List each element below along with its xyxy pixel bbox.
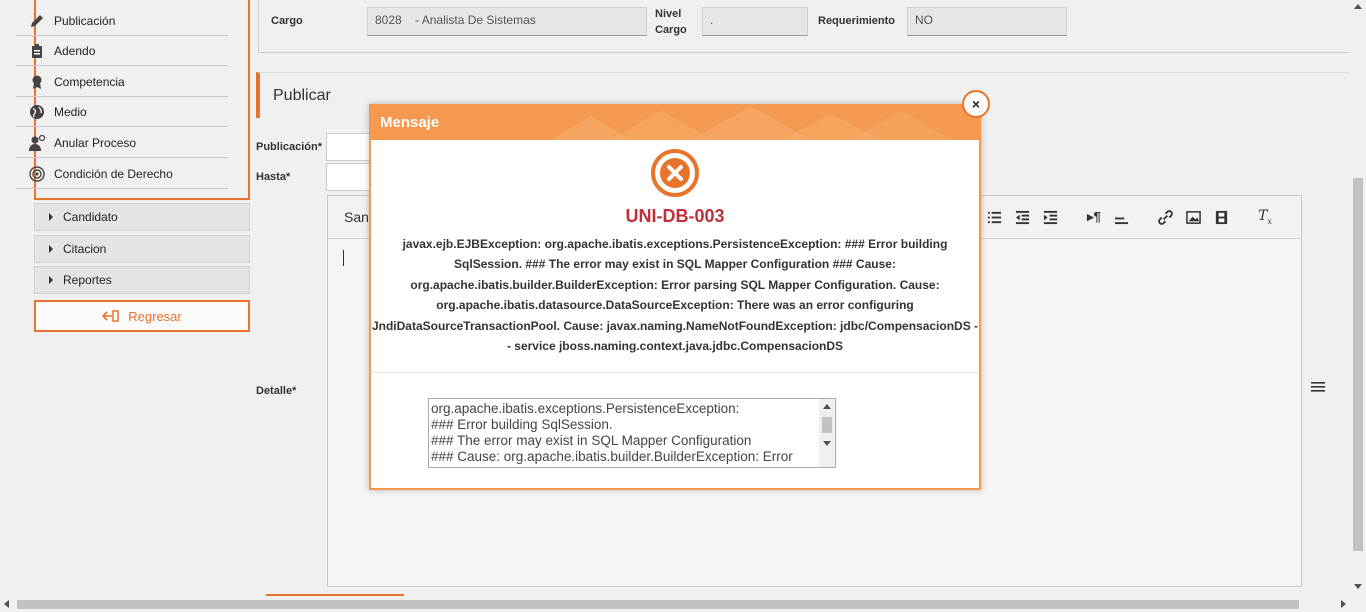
menu-label: Reportes (63, 273, 112, 287)
sidebar-item-medio[interactable]: Medio (16, 97, 228, 127)
paragraph-icon[interactable]: ▸¶ (1084, 207, 1104, 227)
scroll-up-icon[interactable] (823, 404, 831, 409)
requerimiento-label: Requerimiento (818, 15, 896, 27)
cargo-value: - Analista De Sistemas (415, 13, 536, 27)
error-message: javax.ejb.EJBException: org.apache.ibati… (371, 237, 979, 354)
page-horizontal-scrollbar[interactable] (0, 596, 1366, 612)
award-icon (28, 73, 46, 91)
sidebar-item-candidato[interactable]: Candidato (34, 203, 250, 231)
error-detail-textarea[interactable] (428, 398, 836, 468)
publicacion-date-label: Publicación* (256, 141, 323, 153)
user-cancel-icon (28, 134, 46, 152)
nivel-cargo-label: Nivel Cargo (655, 8, 687, 36)
bullet-list-icon[interactable] (984, 207, 1004, 227)
menu-label: Candidato (63, 210, 118, 224)
caret-right-icon (49, 276, 53, 284)
image-icon[interactable] (1183, 207, 1203, 227)
scroll-down-icon[interactable] (1354, 584, 1362, 589)
target-icon (28, 165, 46, 183)
pencil-icon (28, 12, 46, 30)
sidebar-item-label: Medio (54, 104, 87, 119)
publicacion-date-input[interactable] (326, 133, 370, 161)
detalle-label: Detalle* (256, 385, 297, 397)
back-button[interactable]: Regresar (34, 300, 250, 332)
hasta-date-label: Hasta* (256, 171, 291, 183)
caret-right-icon (49, 245, 53, 253)
sidebar-item-label: Anular Proceso (54, 135, 137, 150)
error-code: UNI-DB-003 (625, 206, 725, 226)
clear-format-icon[interactable]: Tx (1255, 207, 1275, 227)
clipboard-icon (28, 42, 46, 60)
video-icon[interactable] (1211, 207, 1231, 227)
sidebar-item-label: Publicación (54, 13, 116, 28)
sidebar-item-adendo[interactable]: Adendo (16, 36, 228, 66)
scroll-down-icon[interactable] (823, 441, 831, 446)
close-button[interactable]: × (962, 90, 990, 118)
scroll-right-icon[interactable] (1341, 600, 1346, 608)
menu-label: Citacion (63, 242, 107, 256)
globe-icon (28, 103, 46, 121)
sidebar-item-condicion-derecho[interactable]: Condición de Derecho (16, 159, 228, 189)
nivel-cargo-field: . (702, 7, 808, 36)
error-dialog: Mensaje UNI-DB-003 javax.ejb.EJBExceptio… (369, 104, 981, 490)
align-left-icon[interactable] (1111, 207, 1131, 227)
requerimiento-field: NO (907, 7, 1067, 36)
sidebar-item-label: Competencia (54, 74, 125, 89)
back-label: Regresar (128, 308, 182, 324)
publicar-title: Publicar (273, 87, 331, 104)
dialog-title: Mensaje (380, 114, 440, 131)
header-pattern (551, 106, 951, 140)
link-icon[interactable] (1155, 207, 1175, 227)
cargo-code: 8028 (375, 13, 402, 27)
font-family-select[interactable]: San (344, 209, 369, 225)
scroll-up-icon[interactable] (1354, 4, 1362, 9)
back-icon (102, 310, 120, 322)
caret-right-icon (49, 213, 53, 221)
sidebar-item-label: Condición de Derecho (54, 166, 173, 181)
textarea-scrollbar[interactable] (819, 399, 835, 467)
sidebar-item-reportes[interactable]: Reportes (34, 266, 250, 294)
vertical-scroll-thumb[interactable] (1353, 178, 1363, 551)
sidebar-item-label: Adendo (54, 43, 96, 58)
dialog-header: Mensaje (371, 106, 979, 140)
page-vertical-scrollbar[interactable] (1350, 0, 1366, 596)
scroll-left-icon[interactable] (4, 600, 9, 608)
horizontal-scroll-thumb[interactable] (17, 600, 1299, 609)
sidebar-item-publicacion[interactable]: Publicación (16, 6, 228, 36)
dialog-divider (371, 372, 979, 373)
indent-icon[interactable] (1040, 207, 1060, 227)
text-cursor (343, 250, 344, 266)
error-icon (651, 149, 699, 197)
sidebar-item-anular-proceso[interactable]: Anular Proceso (16, 128, 228, 158)
cargo-label: Cargo (271, 15, 303, 27)
menu-icon[interactable] (1311, 381, 1325, 393)
hasta-date-input[interactable] (326, 163, 370, 191)
cargo-field: 8028 - Analista De Sistemas (367, 7, 647, 36)
outdent-icon[interactable] (1012, 207, 1032, 227)
textarea-scroll-thumb[interactable] (822, 417, 832, 433)
sidebar-item-citacion[interactable]: Citacion (34, 235, 250, 263)
sidebar-item-competencia[interactable]: Competencia (16, 67, 228, 97)
